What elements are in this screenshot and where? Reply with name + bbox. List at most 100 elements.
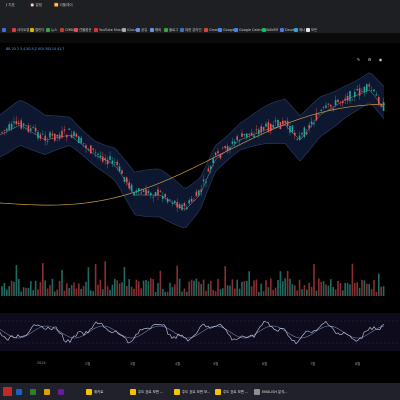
bookmark-label: 대한 온라인 — [185, 28, 202, 32]
app-icon — [16, 388, 22, 395]
volume-bar — [30, 281, 32, 296]
bookmark-label: NAVER — [267, 27, 279, 32]
volume-bar — [301, 289, 303, 296]
candle-body — [1, 131, 3, 133]
bookmark-item[interactable]: CMBC — [60, 27, 75, 32]
bookmark-item[interactable]: 공유 — [136, 27, 147, 32]
volume-bar — [332, 287, 334, 296]
volume-bar — [37, 289, 39, 296]
bookmark-item[interactable]: Gmail — [204, 27, 219, 32]
candle-body — [147, 190, 150, 194]
volume-bar — [246, 280, 248, 296]
bookmark-item[interactable] — [2, 27, 7, 32]
candle-body — [260, 126, 262, 133]
volume-bar — [195, 278, 198, 296]
bookmark-item[interactable]: NAVER — [262, 27, 278, 32]
candle-body — [166, 198, 169, 203]
volume-bar — [267, 287, 270, 296]
volume-bar — [313, 264, 315, 296]
bookmark-item[interactable]: Daum — [280, 27, 295, 32]
candle-body — [51, 133, 54, 136]
bookmark-favicon-icon — [262, 27, 266, 32]
taskbar-app[interactable]: 주도 호르 보면 ... — [130, 386, 163, 397]
volume-bar — [58, 280, 61, 296]
draw-icon[interactable]: ✎ — [356, 57, 361, 62]
volume-bar — [61, 269, 63, 296]
volume-bar — [109, 289, 111, 296]
candle-body — [10, 123, 13, 129]
bookmark-item[interactable]: 블로그 — [164, 27, 178, 32]
indicators-button[interactable]: ƒ 지표 — [6, 2, 15, 8]
bollinger-band-fill — [0, 72, 384, 228]
volume-bar — [378, 273, 380, 296]
settings-icon[interactable]: ⚙ — [367, 57, 372, 62]
bookmark-label: 블로그 — [169, 28, 179, 32]
bookmark-item[interactable]: 대한 온라인 — [180, 27, 202, 32]
candle-body — [368, 84, 370, 87]
candle-body — [205, 181, 207, 183]
volume-bar — [380, 286, 382, 296]
candle-body — [282, 120, 284, 125]
taskbar-app[interactable] — [44, 386, 52, 397]
volume-bar — [342, 290, 344, 296]
candle-body — [70, 134, 73, 138]
alerts-button[interactable]: ⏰ 알림 — [30, 2, 42, 8]
volume-bar — [75, 288, 78, 296]
bookmark-item[interactable]: Google — [218, 27, 235, 32]
candle-body — [6, 128, 8, 131]
bookmark-item[interactable]: 사이트맵 — [12, 27, 29, 32]
volume-bar — [73, 282, 75, 296]
replay-button[interactable]: ⏪ 리플레이 — [54, 2, 73, 8]
candle-body — [248, 133, 250, 135]
bookmark-favicon-icon — [150, 27, 154, 32]
volume-bar — [142, 280, 145, 296]
taskbar-app[interactable] — [16, 386, 24, 397]
volume-bar — [382, 286, 385, 296]
bookmark-item[interactable]: YouTube Music — [94, 27, 124, 32]
taskbar-app[interactable]: 주도 호르 보면 ... — [215, 386, 248, 397]
taskbar-app[interactable]: 주도 호르 보면 보... — [174, 386, 210, 397]
rsi-panel-background — [0, 313, 400, 351]
volume-bar — [349, 284, 351, 296]
bookmark-label: 에너 — [299, 28, 306, 32]
bookmark-item[interactable]: 뉴스 — [46, 27, 57, 32]
bookmark-label: 뉴스 — [51, 28, 58, 32]
candle-body — [164, 193, 166, 197]
taskbar-app-label: ENGLISH 분석... — [262, 390, 288, 394]
taskbar-app[interactable]: 위키로 — [86, 386, 103, 397]
bookmark-label: 모든 — [311, 28, 318, 32]
taskbar-app[interactable] — [58, 386, 66, 397]
candle-body — [272, 124, 274, 128]
volume-bar — [154, 291, 157, 296]
candle-body — [111, 160, 114, 164]
candle-body — [380, 104, 382, 107]
volume-bar — [226, 285, 229, 296]
start-button[interactable] — [3, 386, 12, 397]
volume-bar — [157, 283, 159, 296]
volume-bar — [344, 282, 346, 296]
volume-bar — [49, 285, 51, 296]
candlestick-chart[interactable] — [0, 43, 400, 366]
bookmark-item[interactable]: 모든 — [306, 27, 317, 32]
bookmark-item[interactable]: 캘린더 — [30, 27, 44, 32]
bookmark-item[interactable]: 해외 — [150, 27, 161, 32]
candle-body — [361, 90, 363, 92]
volume-bar — [193, 280, 195, 296]
volume-bar — [248, 271, 250, 296]
price-chart-area[interactable] — [0, 43, 400, 366]
bookmark-label: 선물옵션 — [79, 28, 92, 32]
candle-body — [18, 122, 20, 125]
bookmark-item[interactable]: 선물옵션 — [74, 27, 91, 32]
taskbar-app[interactable] — [30, 386, 38, 397]
bookmark-favicon-icon — [46, 27, 50, 32]
candle-body — [310, 121, 313, 125]
volume-bar — [286, 270, 289, 296]
candle-body — [44, 135, 46, 141]
candle-body — [135, 190, 138, 193]
candle-body — [97, 153, 99, 155]
taskbar-app[interactable]: ENGLISH 분석... — [254, 386, 287, 397]
bookmark-item[interactable]: 에너 — [294, 27, 305, 32]
camera-icon[interactable]: ◉ — [378, 57, 383, 62]
volume-bar — [234, 288, 236, 296]
volume-bar — [140, 288, 142, 296]
